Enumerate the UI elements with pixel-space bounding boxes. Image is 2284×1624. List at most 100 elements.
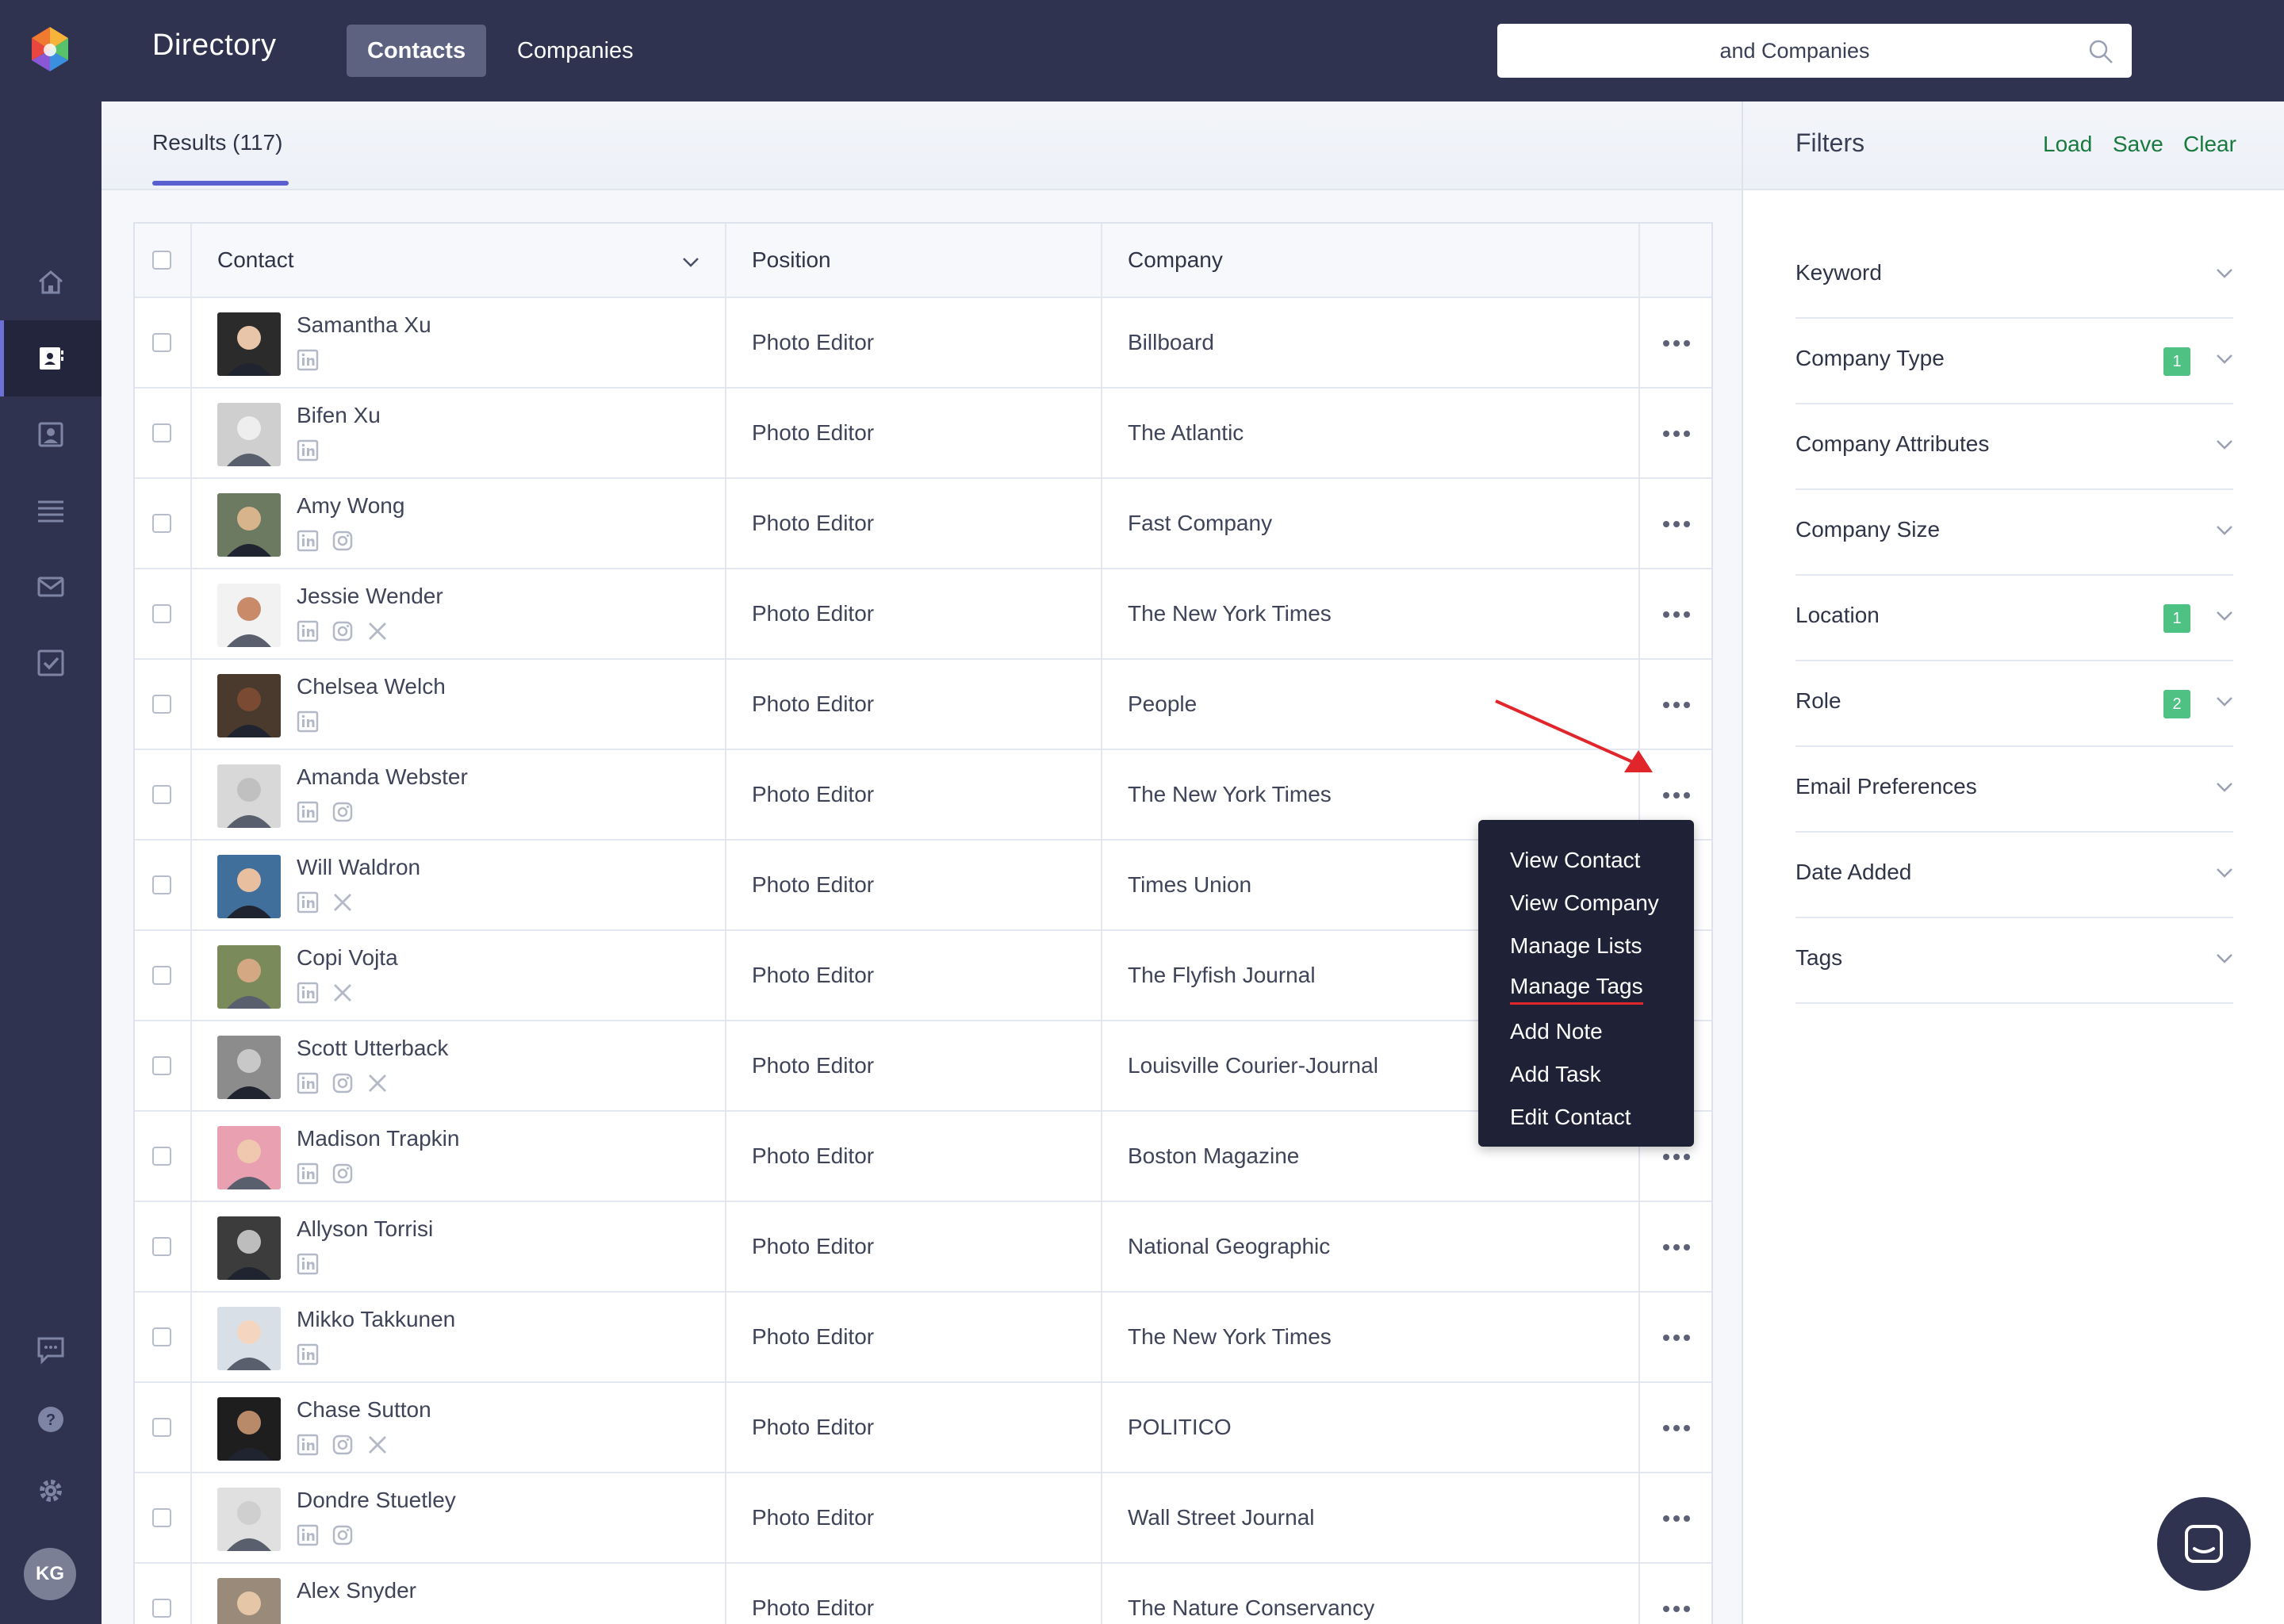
instagram-icon[interactable] <box>331 1162 354 1185</box>
filter-tags[interactable]: Tags <box>1795 918 2233 1004</box>
contact-name[interactable]: Copi Vojta <box>297 945 398 971</box>
linkedin-icon[interactable] <box>297 530 319 552</box>
search-icon[interactable] <box>2087 38 2114 65</box>
more-actions-icon[interactable] <box>1662 519 1691 529</box>
row-checkbox[interactable] <box>152 966 171 985</box>
filter-company-size[interactable]: Company Size <box>1795 490 2233 576</box>
chevron-down-icon[interactable] <box>2216 525 2233 536</box>
linkedin-icon[interactable] <box>297 1162 319 1185</box>
chat-widget-button[interactable] <box>2157 1497 2251 1591</box>
row-checkbox[interactable] <box>152 333 171 352</box>
more-actions-icon[interactable] <box>1662 339 1691 348</box>
home-icon[interactable] <box>0 244 102 320</box>
company-text[interactable]: The Atlantic <box>1128 420 1244 446</box>
chevron-down-icon[interactable] <box>2216 439 2233 450</box>
company-text[interactable]: National Geographic <box>1128 1234 1330 1259</box>
user-avatar[interactable]: KG <box>24 1548 76 1600</box>
table-row[interactable]: Amanda Webster Photo Editor The New York T… <box>135 750 1711 841</box>
contact-photo[interactable] <box>217 1036 281 1099</box>
chevron-down-icon[interactable] <box>2216 953 2233 964</box>
filter-role[interactable]: Role 2 <box>1795 661 2233 747</box>
contact-photo[interactable] <box>217 1397 281 1461</box>
table-row[interactable]: Copi Vojta Photo Editor The Flyfish Journa… <box>135 931 1711 1021</box>
contact-name[interactable]: Amanda Webster <box>297 764 468 790</box>
filter-email-preferences[interactable]: Email Preferences <box>1795 747 2233 833</box>
table-row[interactable]: Allyson Torrisi Photo Editor National Geog… <box>135 1202 1711 1293</box>
contact-photo[interactable] <box>217 764 281 828</box>
filter-keyword[interactable]: Keyword <box>1795 233 2233 319</box>
menu-item-add-note[interactable]: Add Note <box>1478 1010 1694 1053</box>
contact-name[interactable]: Scott Utterback <box>297 1036 448 1061</box>
linkedin-icon[interactable] <box>297 801 319 823</box>
profile-icon[interactable] <box>0 396 102 473</box>
contact-name[interactable]: Samantha Xu <box>297 312 431 338</box>
table-row[interactable]: Chelsea Welch Photo Editor People <box>135 660 1711 750</box>
company-text[interactable]: Louisville Courier-Journal <box>1128 1053 1378 1078</box>
contact-photo[interactable] <box>217 1307 281 1370</box>
chevron-down-icon[interactable] <box>2216 354 2233 365</box>
table-row[interactable]: Amy Wong Photo Editor Fast Company <box>135 479 1711 569</box>
table-row[interactable]: Madison Trapkin Photo Editor Boston Magazi… <box>135 1112 1711 1202</box>
table-row[interactable]: Chase Sutton Photo Editor POLITICO <box>135 1383 1711 1473</box>
company-text[interactable]: Billboard <box>1128 330 1214 355</box>
row-checkbox[interactable] <box>152 875 171 894</box>
row-checkbox[interactable] <box>152 1147 171 1166</box>
contact-photo[interactable] <box>217 403 281 466</box>
results-tab[interactable]: Results (117) <box>152 130 282 155</box>
company-text[interactable]: People <box>1128 691 1197 717</box>
settings-icon[interactable] <box>0 1453 102 1529</box>
contact-name[interactable]: Amy Wong <box>297 493 404 519</box>
linkedin-icon[interactable] <box>297 349 319 371</box>
more-actions-icon[interactable] <box>1662 791 1691 800</box>
linkedin-icon[interactable] <box>297 620 319 642</box>
row-checkbox[interactable] <box>152 695 171 714</box>
company-text[interactable]: POLITICO <box>1128 1415 1232 1440</box>
table-row[interactable]: Will Waldron Photo Editor Times Union <box>135 841 1711 931</box>
row-checkbox[interactable] <box>152 1327 171 1346</box>
row-checkbox[interactable] <box>152 1418 171 1437</box>
row-checkbox[interactable] <box>152 1237 171 1256</box>
company-text[interactable]: Times Union <box>1128 872 1251 898</box>
company-text[interactable]: Boston Magazine <box>1128 1143 1299 1169</box>
instagram-icon[interactable] <box>331 620 354 642</box>
contact-name[interactable]: Madison Trapkin <box>297 1126 459 1151</box>
more-actions-icon[interactable] <box>1662 1514 1691 1523</box>
contact-photo[interactable] <box>217 493 281 557</box>
company-text[interactable]: The Flyfish Journal <box>1128 963 1316 988</box>
row-checkbox[interactable] <box>152 785 171 804</box>
linkedin-icon[interactable] <box>297 1524 319 1546</box>
menu-item-add-task[interactable]: Add Task <box>1478 1053 1694 1096</box>
table-row[interactable]: Dondre Stuetley Photo Editor Wall Street J… <box>135 1473 1711 1564</box>
company-text[interactable]: The New York Times <box>1128 601 1332 626</box>
tab-companies[interactable]: Companies <box>496 25 654 77</box>
more-actions-icon[interactable] <box>1662 610 1691 619</box>
sort-chevron-down-icon[interactable] <box>682 257 699 268</box>
menu-item-manage-tags[interactable]: Manage Tags <box>1478 967 1694 1010</box>
column-header-company[interactable]: Company <box>1128 224 1223 297</box>
contact-name[interactable]: Chase Sutton <box>297 1397 431 1423</box>
linkedin-icon[interactable] <box>297 710 319 733</box>
table-row[interactable]: Jessie Wender Photo Editor The New York Ti… <box>135 569 1711 660</box>
chevron-down-icon[interactable] <box>2216 782 2233 793</box>
contact-photo[interactable] <box>217 945 281 1009</box>
row-checkbox[interactable] <box>152 604 171 623</box>
linkedin-icon[interactable] <box>297 1072 319 1094</box>
more-actions-icon[interactable] <box>1662 429 1691 439</box>
contact-photo[interactable] <box>217 1578 281 1624</box>
contact-name[interactable]: Mikko Takkunen <box>297 1307 455 1332</box>
contact-name[interactable]: Bifen Xu <box>297 403 381 428</box>
contact-photo[interactable] <box>217 1488 281 1551</box>
instagram-icon[interactable] <box>331 1524 354 1546</box>
linkedin-icon[interactable] <box>297 891 319 914</box>
instagram-icon[interactable] <box>331 801 354 823</box>
table-row[interactable]: Samantha Xu Photo Editor Billboard <box>135 298 1711 389</box>
x-twitter-icon[interactable] <box>366 620 389 642</box>
contact-name[interactable]: Alex Snyder <box>297 1578 416 1603</box>
row-checkbox[interactable] <box>152 1599 171 1618</box>
select-all-checkbox[interactable] <box>152 251 171 270</box>
x-twitter-icon[interactable] <box>366 1434 389 1456</box>
row-checkbox[interactable] <box>152 423 171 442</box>
contact-photo[interactable] <box>217 1126 281 1189</box>
chevron-down-icon[interactable] <box>2216 868 2233 879</box>
filter-company-type[interactable]: Company Type 1 <box>1795 319 2233 404</box>
